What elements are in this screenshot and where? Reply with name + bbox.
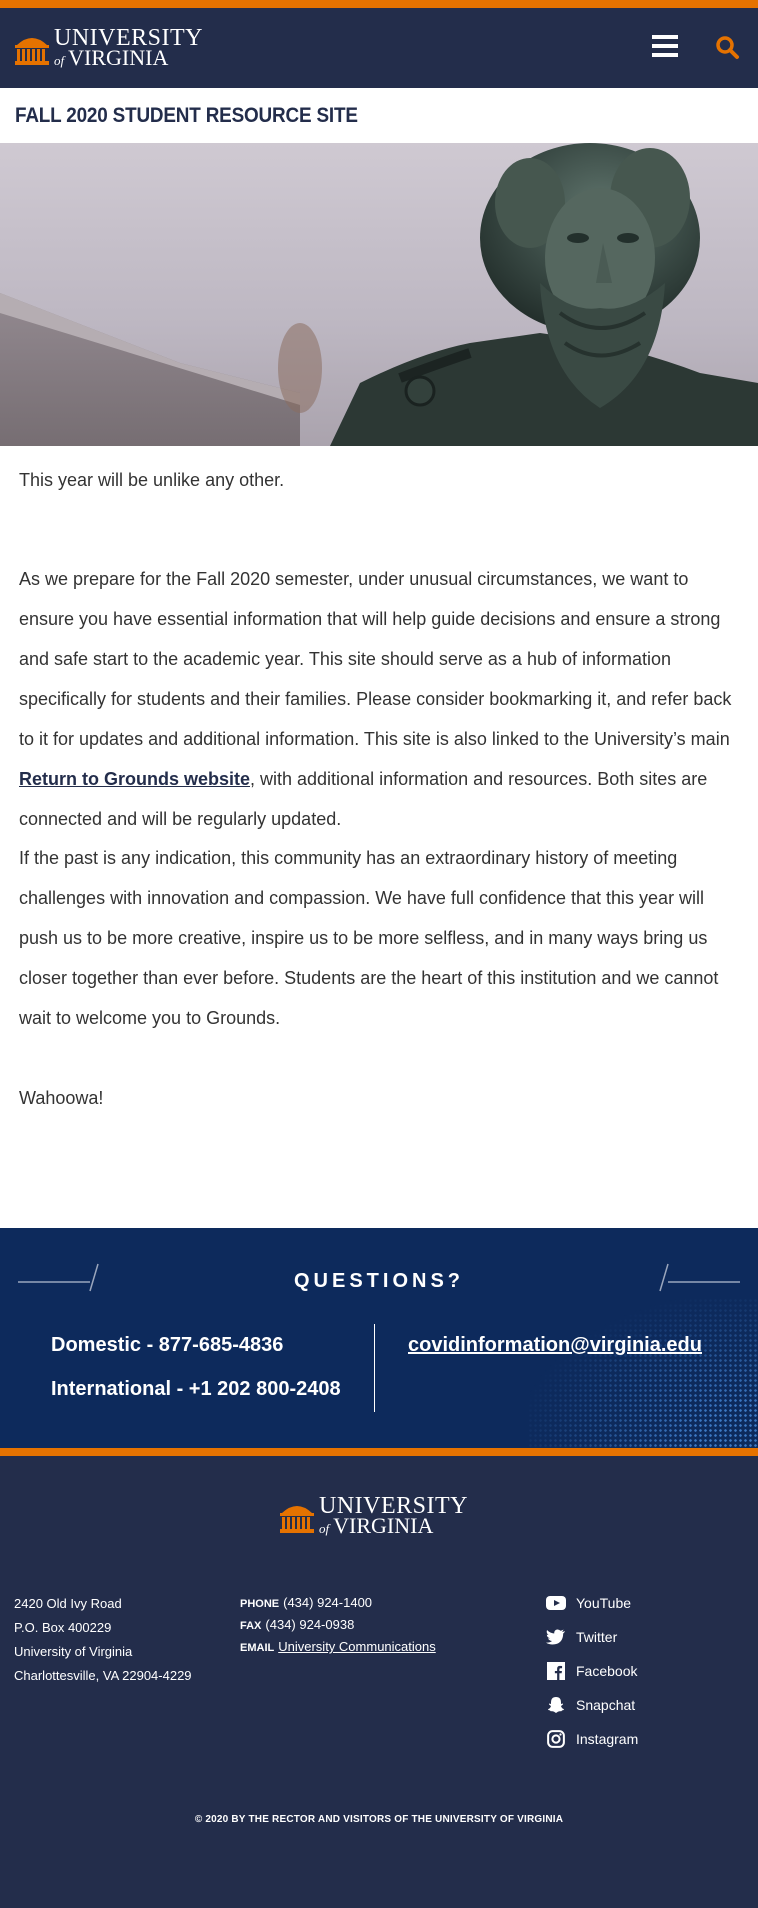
social-link-instagram[interactable]: Instagram bbox=[546, 1730, 638, 1748]
international-phone[interactable]: International - +1 202 800-2408 bbox=[51, 1378, 341, 1401]
logo-line2: VIRGINIA bbox=[68, 45, 169, 70]
search-icon[interactable] bbox=[714, 34, 740, 60]
footer-accent-bar bbox=[0, 1448, 758, 1456]
paragraph-1: As we prepare for the Fall 2020 semester… bbox=[19, 559, 739, 839]
site-footer: UNIVERSITY of VIRGINIA 2420 Old Ivy Road … bbox=[0, 1456, 758, 1908]
social-label: Facebook bbox=[576, 1663, 638, 1679]
hero-image-statue bbox=[0, 143, 758, 446]
copyright-text: © 2020 BY THE RECTOR AND VISITORS OF THE… bbox=[194, 1814, 564, 1825]
intro-text: This year will be unlike any other. bbox=[19, 470, 285, 490]
site-header: UNIVERSITY of VIRGINIA bbox=[0, 8, 758, 88]
paragraph-2: If the past is any indication, this comm… bbox=[19, 848, 719, 1028]
social-link-facebook[interactable]: Facebook bbox=[546, 1662, 637, 1680]
footer-rotunda-icon bbox=[280, 1505, 314, 1533]
snapchat-icon bbox=[548, 1697, 564, 1713]
social-link-snapchat[interactable]: Snapchat bbox=[546, 1696, 635, 1714]
social-link-twitter[interactable]: Twitter bbox=[546, 1628, 617, 1646]
site-title-bar: FALL 2020 STUDENT RESOURCE SITE bbox=[0, 88, 758, 143]
fax-value: (434) 924-0938 bbox=[265, 1617, 355, 1632]
uva-logo[interactable]: UNIVERSITY of VIRGINIA bbox=[14, 26, 203, 69]
questions-divider bbox=[374, 1324, 375, 1412]
instagram-icon bbox=[547, 1730, 565, 1748]
phone-line: PHONE (434) 924-1400 bbox=[240, 1595, 372, 1610]
closing-text: Wahoowa! bbox=[19, 1088, 104, 1108]
rotunda-icon bbox=[15, 37, 49, 65]
address-line: Charlottesville, VA 22904-4229 bbox=[14, 1668, 192, 1683]
covid-email-link[interactable]: covidinformation@virginia.edu bbox=[408, 1334, 702, 1357]
page-title: FALL 2020 STUDENT RESOURCE SITE bbox=[15, 104, 358, 127]
university-communications-link[interactable]: University Communications bbox=[278, 1639, 436, 1654]
address-line: 2420 Old Ivy Road bbox=[14, 1596, 122, 1611]
questions-section: QUESTIONS? Domestic - 877-685-4836 Inter… bbox=[0, 1228, 758, 1448]
footer-logo-line2: VIRGINIA bbox=[333, 1513, 434, 1538]
top-accent-bar bbox=[0, 0, 758, 8]
social-link-youtube[interactable]: YouTube bbox=[546, 1594, 631, 1612]
email-label: EMAIL bbox=[240, 1642, 275, 1654]
dot-pattern-decoration bbox=[528, 1298, 758, 1448]
address-line: P.O. Box 400229 bbox=[14, 1620, 112, 1635]
facebook-icon bbox=[547, 1662, 565, 1680]
fax-label: FAX bbox=[240, 1620, 262, 1632]
hamburger-menu-icon[interactable] bbox=[652, 35, 678, 61]
phone-value: (434) 924-1400 bbox=[283, 1595, 373, 1610]
social-label: Instagram bbox=[576, 1731, 639, 1747]
youtube-icon bbox=[546, 1596, 566, 1610]
footer-uva-logo[interactable]: UNIVERSITY of VIRGINIA bbox=[279, 1494, 468, 1537]
return-to-grounds-link[interactable]: Return to Grounds website bbox=[19, 769, 250, 789]
phone-label: PHONE bbox=[240, 1598, 280, 1610]
footer-logo-of: of bbox=[319, 1521, 330, 1536]
twitter-icon bbox=[546, 1629, 565, 1645]
address-line: University of Virginia bbox=[14, 1644, 133, 1659]
paragraph-1-text-a: As we prepare for the Fall 2020 semester… bbox=[19, 569, 732, 749]
social-label: Snapchat bbox=[576, 1697, 636, 1713]
social-label: YouTube bbox=[576, 1595, 632, 1611]
domestic-phone[interactable]: Domestic - 877-685-4836 bbox=[51, 1334, 283, 1357]
fax-line: FAX (434) 924-0938 bbox=[240, 1617, 354, 1632]
main-content: This year will be unlike any other. As w… bbox=[0, 446, 758, 1228]
statue-illustration bbox=[0, 143, 758, 446]
questions-title: QUESTIONS? bbox=[293, 1270, 464, 1292]
social-label: Twitter bbox=[576, 1629, 618, 1645]
logo-of: of bbox=[54, 53, 65, 68]
email-line: EMAIL University Communications bbox=[240, 1639, 436, 1654]
